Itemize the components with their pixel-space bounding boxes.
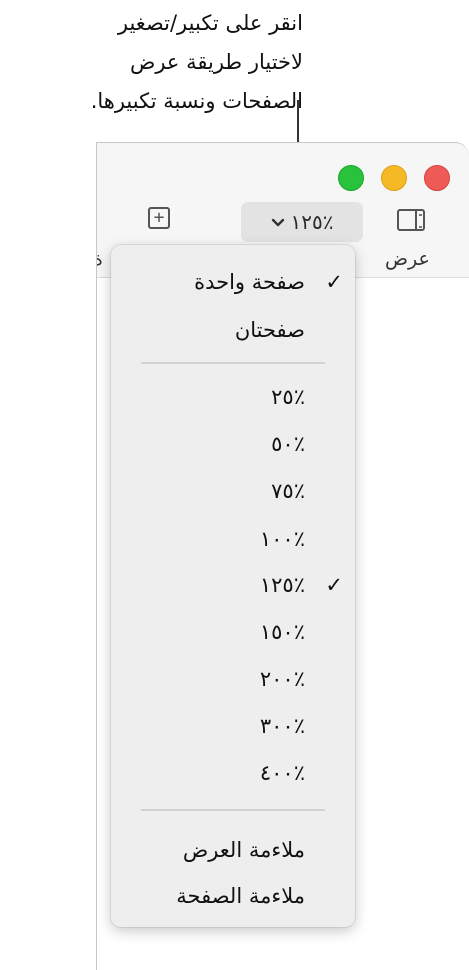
menu-item-zoom-125[interactable]: ٪١٢٥ <box>260 570 305 600</box>
minimize-window-button[interactable] <box>381 165 407 191</box>
callout-line-1: انقر على تكبير/تصغير <box>117 11 303 35</box>
menu-item-zoom-400[interactable]: ٪٤٠٠ <box>260 758 305 788</box>
close-window-button[interactable] <box>424 165 450 191</box>
menu-item-zoom-150[interactable]: ٪١٥٠ <box>260 617 305 647</box>
sidebar-icon[interactable] <box>397 209 425 231</box>
menu-item-zoom-100[interactable]: ٪١٠٠ <box>260 524 305 554</box>
menu-item-zoom-50[interactable]: ٪٥٠ <box>271 429 305 459</box>
callout-line-2: لاختيار طريقة عرض <box>129 50 303 74</box>
fullscreen-window-button[interactable] <box>338 165 364 191</box>
menu-item-two-pages[interactable]: صفحتان <box>235 315 305 345</box>
menu-item-zoom-300[interactable]: ٪٣٠٠ <box>260 711 305 741</box>
callout-line-3: الصفحات ونسبة تكبيرها. <box>90 89 303 113</box>
callout-text: انقر على تكبير/تصغير لاختيار طريقة عرض ا… <box>3 4 303 121</box>
chevron-down-icon <box>271 213 285 232</box>
zoom-button[interactable]: ٪١٢٥ <box>241 202 363 242</box>
menu-separator <box>141 362 325 364</box>
checkmark-icon: ✓ <box>325 270 343 294</box>
menu-item-zoom-75[interactable]: ٪٧٥ <box>271 476 305 506</box>
menu-separator <box>141 809 325 811</box>
menu-item-zoom-25[interactable]: ٪٢٥ <box>271 382 305 412</box>
view-menu-label[interactable]: عرض <box>385 248 430 270</box>
add-page-icon[interactable]: + <box>148 207 170 229</box>
menu-item-fit-page[interactable]: ملاءمة الصفحة <box>176 881 305 911</box>
menu-item-fit-width[interactable]: ملاءمة العرض <box>183 835 305 865</box>
page: انقر على تكبير/تصغير لاختيار طريقة عرض ا… <box>0 0 469 970</box>
zoom-value: ٪١٢٥ <box>290 210 334 234</box>
zoom-dropdown-menu: ✓ صفحة واحدة صفحتان ٪٢٥ ٪٥٠ ٪٧٥ ٪١٠٠ ✓ ٪… <box>111 245 355 927</box>
insert-label: ة <box>97 248 103 270</box>
menu-item-one-page[interactable]: صفحة واحدة <box>194 267 305 297</box>
checkmark-icon: ✓ <box>325 573 343 597</box>
menu-item-zoom-200[interactable]: ٪٢٠٠ <box>260 664 305 694</box>
